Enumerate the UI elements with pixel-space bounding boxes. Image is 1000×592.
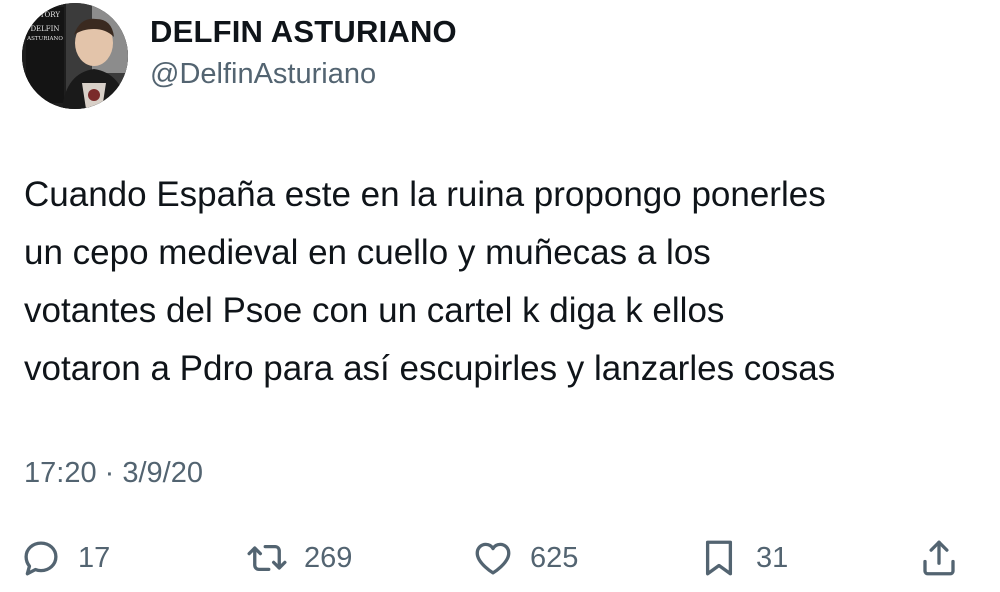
avatar-text-2: DELFIN	[30, 25, 59, 33]
retweet-icon	[246, 537, 288, 579]
profile-photo: ASTORY DELFIN ASTURIANO	[22, 3, 128, 109]
avatar[interactable]: ASTORY DELFIN ASTURIANO	[22, 3, 128, 109]
user-handle[interactable]: @DelfinAsturiano	[150, 58, 376, 91]
heart-icon	[472, 537, 514, 579]
bookmark-icon	[698, 537, 740, 579]
bookmark-count: 31	[756, 541, 789, 574]
tweet-text-line: votaron a Pdro para así escupirles y lan…	[24, 349, 836, 388]
bookmark-button[interactable]: 31	[698, 530, 788, 586]
tweet-text-line: un cepo medieval en cuello y muñecas a l…	[24, 233, 711, 272]
like-button[interactable]: 625	[472, 530, 578, 586]
share-button[interactable]	[918, 530, 960, 586]
share-icon	[918, 537, 960, 579]
tweet-text-line: votantes del Psoe con un cartel k diga k…	[24, 291, 725, 330]
reply-button[interactable]: 17	[20, 530, 110, 586]
tweet-card: ASTORY DELFIN ASTURIANO DELFIN ASTURIANO…	[0, 0, 1000, 592]
avatar-text-1: ASTORY	[29, 11, 60, 19]
avatar-text-3: ASTURIANO	[26, 36, 63, 42]
retweet-button[interactable]: 269	[246, 530, 352, 586]
like-count: 625	[530, 541, 579, 574]
tweet-timestamp[interactable]: 17:20 · 3/9/20	[24, 457, 203, 490]
reply-count: 17	[78, 541, 111, 574]
action-bar: 17 269 625 31	[0, 530, 1000, 586]
tweet-text-line: Cuando España este en la ruina propongo …	[24, 175, 826, 214]
reply-icon	[20, 537, 62, 579]
retweet-count: 269	[304, 541, 353, 574]
tweet-text: Cuando España este en la ruina propongo …	[24, 166, 984, 398]
display-name[interactable]: DELFIN ASTURIANO	[150, 14, 457, 50]
